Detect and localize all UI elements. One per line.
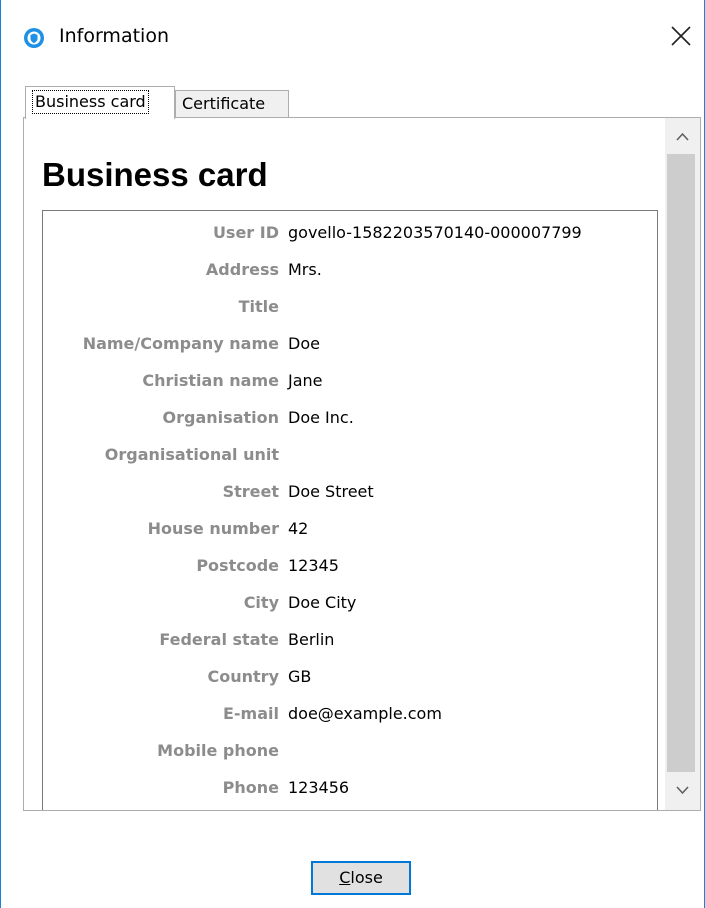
field-value: 12345 <box>288 556 339 575</box>
field-row: Postcode 12345 <box>43 556 657 586</box>
field-row: Federal state Berlin <box>43 630 657 660</box>
tab-business-card-label: Business card <box>32 90 149 114</box>
field-row: House number 42 <box>43 519 657 549</box>
field-value: Doe <box>288 334 320 353</box>
field-label: Street <box>222 482 279 501</box>
field-label: Mobile phone <box>157 741 279 760</box>
scroll-down-arrow-icon[interactable] <box>665 774 700 808</box>
information-dialog: Information Business card Certificate Bu… <box>0 0 705 908</box>
window-title: Information <box>59 25 169 47</box>
close-button-label: lose <box>350 868 383 887</box>
field-label: Address <box>205 260 279 279</box>
field-label: E-mail <box>222 704 279 723</box>
field-row: Organisational unit <box>43 445 657 475</box>
field-value: Mrs. <box>288 260 322 279</box>
field-value: Doe City <box>288 593 357 612</box>
field-value: doe@example.com <box>288 704 442 723</box>
field-value: Berlin <box>288 630 335 649</box>
tab-certificate-label: Certificate <box>182 94 266 113</box>
field-label: Title <box>238 297 279 316</box>
field-row: E-mail doe@example.com <box>43 704 657 734</box>
tab-panel: Business card User ID govello-15822035701… <box>23 117 701 811</box>
field-value: 123456 <box>288 778 350 797</box>
field-value: Doe Inc. <box>288 408 354 427</box>
field-value: Jane <box>288 371 323 390</box>
business-card-content: Business card User ID govello-15822035701… <box>24 118 665 810</box>
field-row: Title <box>43 297 657 327</box>
field-value: GB <box>288 667 312 686</box>
title-bar: Information <box>1 0 704 78</box>
field-row: Christian name Jane <box>43 371 657 401</box>
tab-business-card[interactable]: Business card <box>25 86 175 119</box>
field-label: User ID <box>212 223 279 242</box>
field-row: Country GB <box>43 667 657 697</box>
field-row: Phone 123456 <box>43 778 657 808</box>
close-icon[interactable] <box>669 24 693 48</box>
field-label: Phone <box>222 778 279 797</box>
field-label: Postcode <box>196 556 279 575</box>
app-shield-icon <box>24 28 44 48</box>
business-card-heading: Business card <box>42 156 268 193</box>
field-value: govello-1582203570140-000007799 <box>288 223 582 242</box>
tab-certificate[interactable]: Certificate <box>175 90 289 118</box>
field-value: 42 <box>288 519 309 538</box>
scroll-up-arrow-icon[interactable] <box>665 118 700 152</box>
field-row: Address Mrs. <box>43 260 657 290</box>
vertical-scrollbar[interactable] <box>665 118 700 810</box>
field-label: City <box>243 593 279 612</box>
close-button-mnemonic: C <box>339 868 351 887</box>
field-label: Christian name <box>142 371 279 390</box>
field-label: Organisational unit <box>104 445 279 464</box>
field-row: User ID govello-1582203570140-000007799 <box>43 223 657 253</box>
field-row: Organisation Doe Inc. <box>43 408 657 438</box>
field-label: Federal state <box>159 630 279 649</box>
field-label: Name/Company name <box>82 334 279 353</box>
field-row: Street Doe Street <box>43 482 657 512</box>
close-button[interactable]: Close <box>311 861 411 895</box>
field-label: Organisation <box>162 408 279 427</box>
field-label: House number <box>147 519 279 538</box>
field-label: Country <box>207 667 279 686</box>
field-row: Name/Company name Doe <box>43 334 657 364</box>
scrollbar-thumb[interactable] <box>667 154 695 772</box>
field-row: Mobile phone <box>43 741 657 771</box>
field-value: Doe Street <box>288 482 374 501</box>
business-card-table: User ID govello-1582203570140-000007799 Ad… <box>42 210 658 810</box>
field-row: City Doe City <box>43 593 657 623</box>
